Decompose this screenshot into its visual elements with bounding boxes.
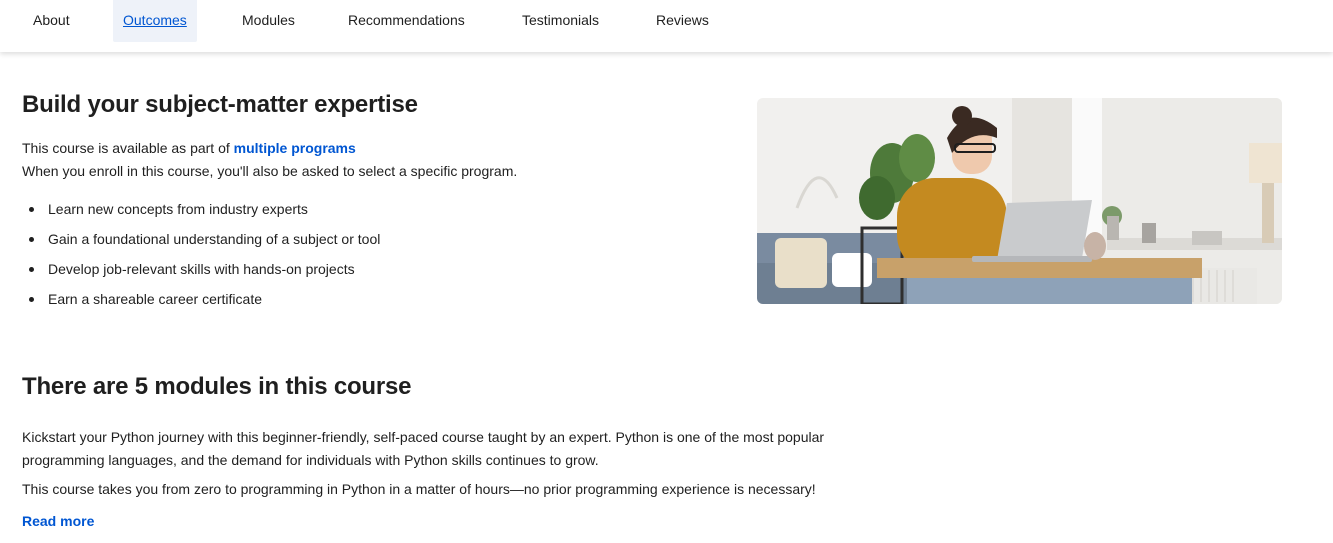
tab-modules[interactable]: Modules [232,0,305,42]
list-item: Develop job-relevant skills with hands-o… [22,258,380,288]
tab-reviews[interactable]: Reviews [646,0,719,42]
programs-prefix: This course is available as part of [22,140,230,156]
modules-description-line-1: Kickstart your Python journey with this … [22,429,825,445]
modules-description-line-2: programming languages, and the demand fo… [22,452,599,468]
bullet-dot-icon [29,267,34,272]
course-section-nav: About Outcomes Modules Recommendations T… [0,0,1333,52]
tab-about[interactable]: About [23,0,80,42]
bullet-dot-icon [29,207,34,212]
outcomes-list: Learn new concepts from industry experts… [22,198,380,318]
read-more-link[interactable]: Read more [22,513,94,529]
modules-description-line-3: This course takes you from zero to progr… [22,481,816,497]
programs-line: This course is available as part of mult… [22,137,356,160]
list-item: Earn a shareable career certificate [22,288,380,318]
multiple-programs-link[interactable]: multiple programs [234,140,356,156]
tab-testimonials[interactable]: Testimonials [512,0,609,42]
list-item: Learn new concepts from industry experts [22,198,380,228]
bullet-dot-icon [29,297,34,302]
bullet-dot-icon [29,237,34,242]
enroll-note: When you enroll in this course, you'll a… [22,163,518,179]
list-item: Gain a foundational understanding of a s… [22,228,380,258]
tab-outcomes[interactable]: Outcomes [113,0,197,42]
modules-heading: There are 5 modules in this course [22,373,412,400]
outcomes-heading: Build your subject-matter expertise [22,91,418,118]
tab-recommendations[interactable]: Recommendations [338,0,475,42]
woman-at-laptop-image [757,98,1282,304]
